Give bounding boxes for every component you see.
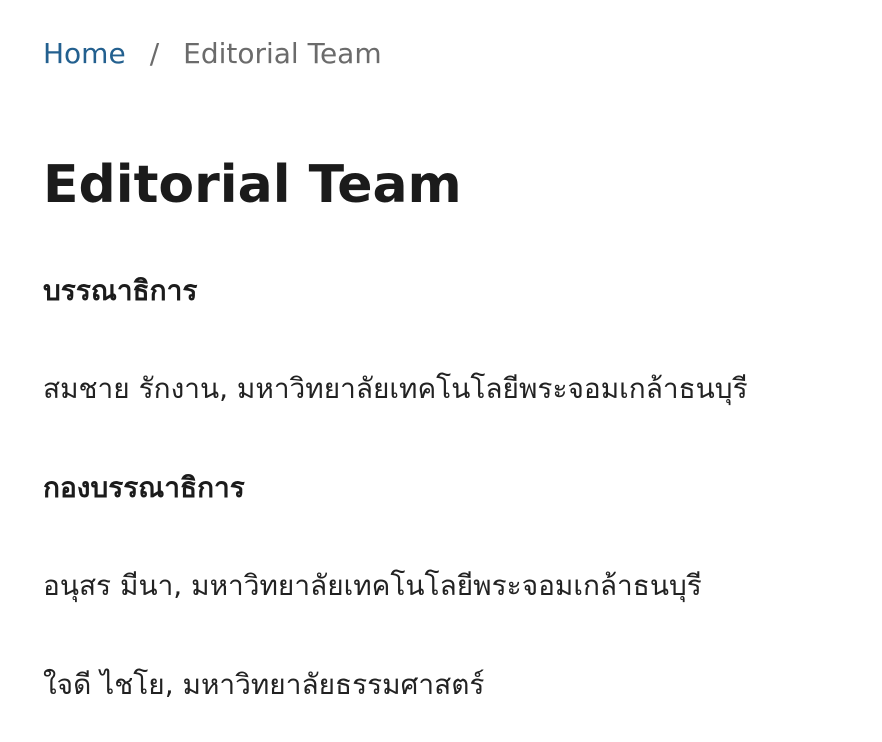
section-heading-editorial-board: กองบรรณาธิการ — [43, 471, 245, 504]
board-member-2: ใจดี ไชโย, มหาวิทยาลัยธรรมศาสตร์ — [43, 668, 485, 701]
board-member-1: อนุสร มีนา, มหาวิทยาลัยเทคโนโลยีพระจอมเก… — [43, 569, 702, 602]
editor-member: สมชาย รักงาน, มหาวิทยาลัยเทคโนโลยีพระจอม… — [43, 372, 748, 405]
section-heading-editor: บรรณาธิการ — [43, 274, 198, 307]
breadcrumb-separator: / — [149, 37, 160, 70]
editorial-team-page: Home / Editorial Team Editorial Team บรร… — [0, 0, 882, 742]
breadcrumb-home-link[interactable]: Home — [43, 35, 126, 73]
breadcrumb: Home / Editorial Team — [43, 35, 382, 73]
page-title: Editorial Team — [43, 155, 462, 215]
breadcrumb-current: Editorial Team — [183, 37, 382, 70]
